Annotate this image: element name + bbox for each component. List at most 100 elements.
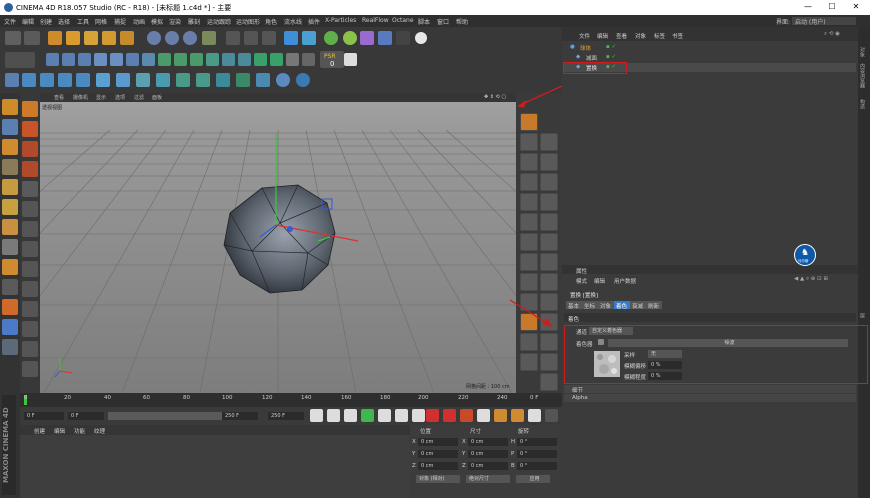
texture-mode-icon[interactable] bbox=[2, 139, 18, 155]
render-settings-icon[interactable] bbox=[262, 31, 276, 45]
z-axis-icon[interactable] bbox=[183, 31, 197, 45]
obj-menu-tags[interactable]: 标签 bbox=[654, 32, 665, 40]
move-tool-icon[interactable] bbox=[66, 31, 80, 45]
object-row[interactable]: ◆ 减面 ▪ ✓ bbox=[564, 53, 856, 62]
tool-g-icon[interactable] bbox=[254, 53, 267, 66]
select-tool-icon[interactable] bbox=[48, 31, 62, 45]
r-tool-25-icon[interactable] bbox=[540, 373, 558, 391]
snap-icon[interactable] bbox=[2, 279, 18, 295]
attr-menu-userdata[interactable]: 用户数据 bbox=[614, 277, 636, 285]
menu-help[interactable]: 帮助 bbox=[456, 17, 468, 26]
add-tool-icon[interactable] bbox=[120, 31, 134, 45]
octane-i-icon[interactable] bbox=[156, 73, 170, 87]
redo-icon[interactable] bbox=[24, 31, 40, 45]
grid-f-icon[interactable] bbox=[22, 301, 38, 317]
enable-axis-icon[interactable] bbox=[2, 239, 18, 255]
visibility-check-icon[interactable]: ▪ ✓ bbox=[606, 54, 616, 60]
edges-icon[interactable] bbox=[2, 199, 18, 215]
edges-mode-icon[interactable] bbox=[62, 53, 75, 66]
vp-menu-display[interactable]: 显示 bbox=[96, 94, 106, 101]
octane-j-icon[interactable] bbox=[176, 73, 190, 87]
grid-g-icon[interactable] bbox=[22, 321, 38, 337]
octane-m-icon[interactable] bbox=[236, 73, 250, 87]
menu-simulate[interactable]: 模拟 bbox=[151, 17, 163, 26]
octane-l-icon[interactable] bbox=[216, 73, 230, 87]
menu-window[interactable]: 窗口 bbox=[437, 17, 449, 26]
tool-a-icon[interactable] bbox=[158, 53, 171, 66]
tab-falloff[interactable]: 衰减 bbox=[630, 301, 646, 310]
menu-edit[interactable]: 编辑 bbox=[22, 17, 34, 26]
grid-d-icon[interactable] bbox=[22, 261, 38, 277]
menu-octane[interactable]: Octane bbox=[392, 17, 414, 24]
snap-icon[interactable] bbox=[142, 53, 155, 66]
tab-structure[interactable]: 构造 bbox=[859, 99, 866, 109]
brush-icon[interactable] bbox=[22, 121, 38, 137]
layers-icon[interactable] bbox=[2, 339, 18, 355]
key-help-icon[interactable] bbox=[477, 409, 490, 422]
menu-file[interactable]: 文件 bbox=[4, 17, 16, 26]
tab-content-browser[interactable]: 内容浏览器 bbox=[859, 63, 866, 88]
deformer-icon[interactable] bbox=[360, 31, 374, 45]
autokey-icon[interactable] bbox=[443, 409, 456, 422]
prev-frame-icon[interactable] bbox=[344, 409, 357, 422]
grid-e-icon[interactable] bbox=[22, 281, 38, 297]
grid-h-icon[interactable] bbox=[22, 341, 38, 357]
size-y-field[interactable]: 0 cm bbox=[468, 450, 508, 458]
record-icon[interactable] bbox=[344, 53, 357, 66]
object-name[interactable]: 球体 bbox=[580, 44, 591, 52]
viewport[interactable] bbox=[40, 93, 516, 393]
octane-p-icon[interactable] bbox=[296, 73, 310, 87]
points-icon[interactable] bbox=[2, 179, 18, 195]
scale-tool-icon[interactable] bbox=[84, 31, 98, 45]
obj-menu-edit[interactable]: 编辑 bbox=[597, 32, 608, 40]
vp-menu-panel[interactable]: 面板 bbox=[152, 94, 162, 101]
tab-object[interactable]: 对象 bbox=[598, 301, 614, 310]
help-icon[interactable] bbox=[22, 101, 38, 117]
menu-realflow[interactable]: RealFlow bbox=[362, 17, 389, 24]
scale-key-icon[interactable] bbox=[511, 409, 524, 422]
menu-create[interactable]: 创建 bbox=[40, 17, 52, 26]
tool-e-icon[interactable] bbox=[222, 53, 235, 66]
camera-icon[interactable] bbox=[396, 31, 410, 45]
tool-x-icon[interactable] bbox=[22, 141, 38, 157]
menu-sculpt[interactable]: 雕刻 bbox=[188, 17, 200, 26]
mat-menu-function[interactable]: 功能 bbox=[74, 427, 85, 435]
rot-p-field[interactable]: 0 ° bbox=[517, 450, 557, 458]
param-key-icon[interactable] bbox=[528, 409, 541, 422]
y-axis-icon[interactable] bbox=[165, 31, 179, 45]
obj-menu-objects[interactable]: 对象 bbox=[635, 32, 646, 40]
menu-character[interactable]: 角色 bbox=[265, 17, 277, 26]
octane-n-icon[interactable] bbox=[256, 73, 270, 87]
goto-start-icon[interactable] bbox=[310, 409, 323, 422]
tool-b-icon[interactable] bbox=[174, 53, 187, 66]
obj-search-icons[interactable]: ⌕ ⟲ ◉ bbox=[824, 31, 840, 38]
grid-a-icon[interactable] bbox=[22, 201, 38, 217]
octane-a-icon[interactable] bbox=[5, 73, 19, 87]
object-row[interactable]: ● 球体 ▪ ✓ bbox=[564, 43, 856, 52]
octane-k-icon[interactable] bbox=[196, 73, 210, 87]
tool-y-icon[interactable] bbox=[22, 161, 38, 177]
close-button[interactable]: ✕ bbox=[846, 1, 866, 13]
octane-o-icon[interactable] bbox=[276, 73, 290, 87]
tab-layers[interactable]: 层 bbox=[859, 313, 866, 318]
octane-e-icon[interactable] bbox=[76, 73, 90, 87]
tool-h-icon[interactable] bbox=[270, 53, 283, 66]
pos-z-field[interactable]: 0 cm bbox=[418, 462, 458, 470]
menu-plugins[interactable]: 插件 bbox=[308, 17, 320, 26]
pos-key-icon[interactable] bbox=[494, 409, 507, 422]
object-name[interactable]: 减面 bbox=[586, 54, 597, 62]
interface-select[interactable]: 启动 (用户) bbox=[792, 17, 856, 26]
menu-mograph[interactable]: 运动图形 bbox=[236, 17, 260, 26]
menu-tools[interactable]: 工具 bbox=[77, 17, 89, 26]
timeline-settings-icon[interactable] bbox=[545, 409, 558, 422]
menu-snap[interactable]: 捕捉 bbox=[114, 17, 126, 26]
menu-tracking[interactable]: 运动跟踪 bbox=[207, 17, 231, 26]
subdivision-icon[interactable] bbox=[324, 31, 338, 45]
coordinate-system-icon[interactable] bbox=[202, 31, 216, 45]
render-view-icon[interactable] bbox=[226, 31, 240, 45]
play-icon[interactable] bbox=[361, 409, 374, 422]
undo-icon[interactable] bbox=[5, 31, 21, 45]
texture-mode-icon[interactable] bbox=[110, 53, 123, 66]
obj-menu-bookmarks[interactable]: 书签 bbox=[672, 32, 683, 40]
goto-end-icon[interactable] bbox=[412, 409, 425, 422]
